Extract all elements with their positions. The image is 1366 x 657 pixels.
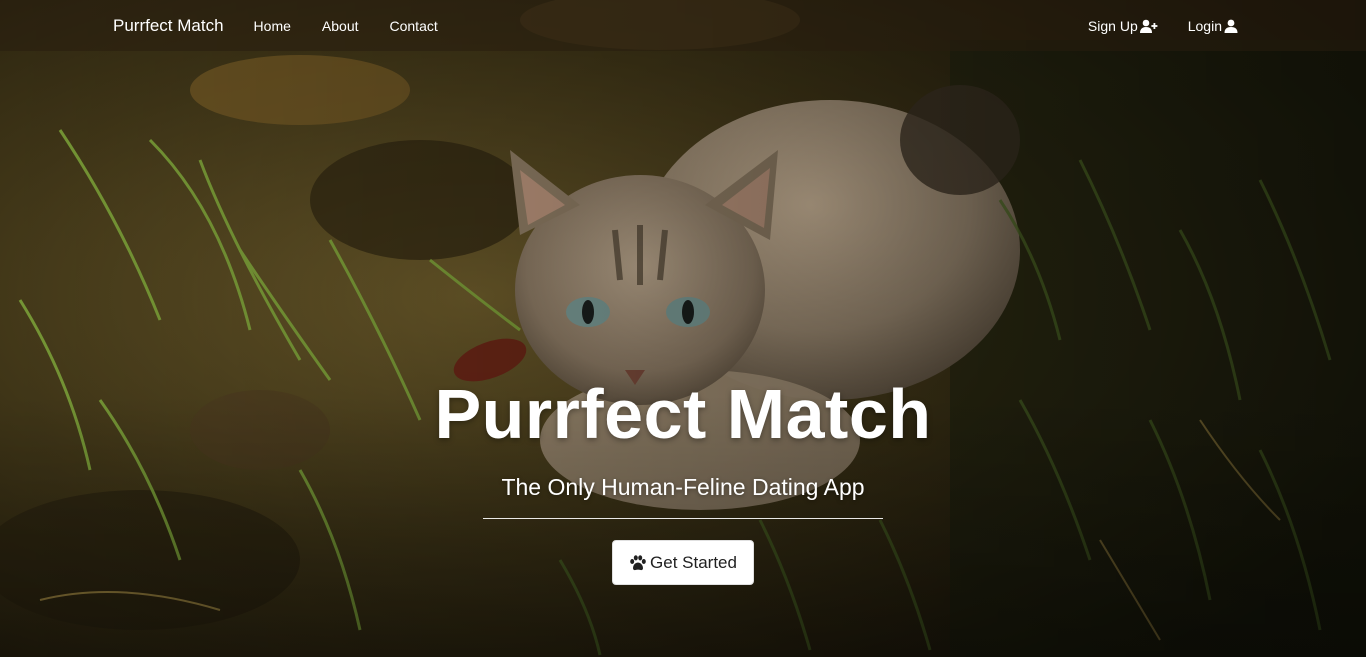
paw-icon	[629, 554, 647, 572]
hero-section: Purrfect Match The Only Human-Feline Dat…	[0, 372, 1366, 585]
login-link[interactable]: Login	[1188, 18, 1238, 34]
user-icon	[1224, 19, 1238, 33]
user-plus-icon	[1139, 19, 1158, 33]
nav-link-home[interactable]: Home	[254, 18, 291, 34]
signup-link[interactable]: Sign Up	[1088, 18, 1158, 34]
hero-title: Purrfect Match	[434, 375, 932, 453]
nav-link-about[interactable]: About	[322, 18, 359, 34]
get-started-button[interactable]: Get Started	[612, 540, 754, 585]
brand-link[interactable]: Purrfect Match	[113, 16, 224, 36]
landing-page: Purrfect Match Home About Contact Sign U…	[0, 0, 1366, 657]
hero-divider	[483, 518, 883, 519]
nav-link-contact[interactable]: Contact	[390, 18, 438, 34]
signup-label: Sign Up	[1087, 17, 1138, 34]
top-navbar: Purrfect Match Home About Contact Sign U…	[0, 0, 1366, 51]
get-started-label: Get Started	[650, 552, 737, 572]
login-label: Login	[1187, 17, 1222, 34]
nav-links: Home About Contact	[254, 18, 469, 34]
auth-links: Sign Up Login	[1058, 18, 1238, 34]
hero-subtitle: The Only Human-Feline Dating App	[501, 474, 865, 500]
